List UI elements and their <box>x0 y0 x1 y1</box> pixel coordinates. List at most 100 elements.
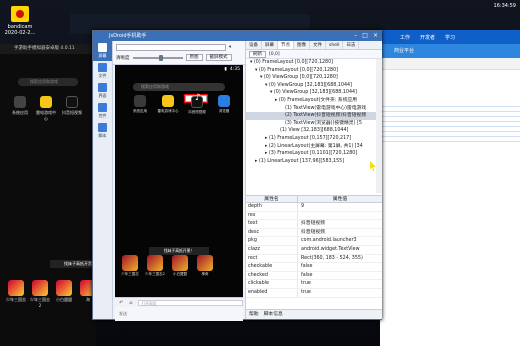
phone-banner[interactable]: 找妹子高抵开黑！ <box>149 247 209 255</box>
phone-game[interactable]: 少年三国志2 <box>144 255 166 277</box>
phone-screen[interactable]: ▮ 4:35 搜索应用和游戏 系统应用 雷电游戏中心 抖音短视频 浏览器 找妹子… <box>115 65 243 297</box>
game-center-icon <box>162 95 174 107</box>
bg-game[interactable]: 少年三国志 <box>6 280 26 308</box>
tree-node[interactable]: ▸ (0) FrameLayout(文件夹: 系统应用 <box>246 97 376 105</box>
nav-item[interactable]: 工作 <box>400 34 410 41</box>
send-label[interactable]: 发送 <box>119 311 127 316</box>
tab-log[interactable]: 日志 <box>343 41 360 49</box>
left-sidebar: 屏幕 文件 界面 控件 脚本 <box>93 41 113 319</box>
sidebar-item-script[interactable]: 脚本 <box>93 121 112 141</box>
sidebar-item-files[interactable]: 文件 <box>93 61 112 81</box>
tree-node[interactable]: ▾ (0) FrameLayout [0,0][720,1280] <box>246 67 376 75</box>
phone-game-row: 少年三国志 少年三国志2 小白盟盟 神奇 <box>119 255 216 277</box>
bg-game[interactable]: 小白盟盟 <box>54 280 74 308</box>
home-icon[interactable]: ⌂ <box>129 300 132 306</box>
tree-node[interactable]: ▸ (3) FrameLayout [0,1101][720,1280] <box>246 150 376 158</box>
phone-game[interactable]: 小白盟盟 <box>169 255 191 277</box>
bg-app-system[interactable]: 系统应用 <box>10 96 30 122</box>
prop-value: 9 <box>301 204 305 209</box>
node-tree[interactable]: ▾ (0) FrameLayout [0,0][720,1280] ▾ (0) F… <box>246 59 376 193</box>
device-select[interactable] <box>116 44 226 51</box>
tree-node[interactable]: (1) TextView(雷电游戏中心)雷电游戏 <box>246 105 376 113</box>
phone-footer: 发送 <box>115 307 243 321</box>
bg-emulator-title: 手游助手模拟器安卓版 4.0.11 <box>0 44 96 54</box>
tree-node[interactable]: ▸ (1) FrameLayout [0,157][720,217] <box>246 135 376 143</box>
sidebar-item-controls[interactable]: 控件 <box>93 101 112 121</box>
bg-game[interactable]: 少年三国志2 <box>30 280 50 308</box>
battery-icon: ▮ <box>224 66 227 72</box>
maximize-icon[interactable]: □ <box>362 31 368 41</box>
node-inspector: 设备 屏幕 节点 图像 文件 shell 日志 刷新 [0,0] ▾ (0) F… <box>245 41 382 319</box>
prop-row: depth 9 <box>246 203 382 212</box>
tree-node[interactable]: (2) TextView(抖音短视频)抖音短视频 <box>246 112 376 120</box>
sidebar-item-screen[interactable]: 屏幕 <box>93 41 112 61</box>
prop-value: true <box>301 289 311 295</box>
screen-controls: ▾ 清晰度 原图 截屏模式 <box>113 41 245 65</box>
app-douyin[interactable]: 抖音短视频 <box>184 94 208 114</box>
prop-value: com.android.launcher3 <box>301 238 357 244</box>
prop-name: clazz <box>246 245 298 254</box>
prop-row: clickable true <box>246 280 382 289</box>
back-icon[interactable]: ↶ <box>119 300 123 306</box>
prop-name: enabled <box>246 288 298 297</box>
prop-row: rect Rect(360, 183 - 524, 355) <box>246 254 382 264</box>
phone-game[interactable]: 神奇 <box>194 255 216 277</box>
browser-panel: 商业平台 <box>380 44 520 346</box>
tab-image[interactable]: 图像 <box>294 41 310 49</box>
tree-node[interactable]: (3) TextView(浏览器)(按键精灵) [5 <box>246 120 376 128</box>
script-info-tab[interactable]: 脚本信息 <box>264 310 283 319</box>
coordinate-readout: [0,0] <box>269 51 280 57</box>
nav-item[interactable]: 学习 <box>445 34 455 41</box>
screenshot-mode-button[interactable]: 截屏模式 <box>205 54 232 61</box>
prop-row: res <box>246 211 382 221</box>
refresh-button[interactable]: 刷新 <box>249 50 266 58</box>
props-header-name: 属性名 <box>246 196 298 202</box>
folder-icon <box>98 63 107 72</box>
tab-shell[interactable]: shell <box>326 41 344 49</box>
app-browser[interactable]: 浏览器 <box>213 95 235 113</box>
jsdroid-window: JsDroid手机助手 – □ × 屏幕 文件 界面 控件 脚本 ▾ 清晰度 原… <box>92 30 382 321</box>
nav-item[interactable]: 开发者 <box>420 34 435 41</box>
tree-node[interactable]: ▸ (1) LinearLayout [137,96][583,155] <box>246 158 376 166</box>
tree-node[interactable]: ▾ (0) ViewGroup [0,0][720,1280] <box>246 74 376 82</box>
tab-files[interactable]: 文件 <box>310 41 326 49</box>
window-title: JsDroid手机助手 <box>109 33 147 39</box>
tree-node[interactable]: ▸ (2) LinearLayout(主屏幕: 第1屏, 共1) [34 <box>246 143 376 151</box>
bg-app-douyin[interactable]: 抖音短视频 <box>62 96 82 122</box>
tab-screen[interactable]: 屏幕 <box>262 41 278 49</box>
app-game-center[interactable]: 雷电游戏中心 <box>157 95 179 113</box>
tray-clock: 16:34:59 <box>493 3 516 9</box>
prop-row: checked false <box>246 271 382 281</box>
tree-node[interactable]: ▾ (0) ViewGroup [32,183][688,1044] <box>246 89 376 97</box>
minimize-icon[interactable]: – <box>354 31 357 41</box>
prop-value: 抖音短视频 <box>301 229 325 235</box>
bg-search-bar[interactable]: 搜索应用和游戏 <box>18 78 78 86</box>
original-button[interactable]: 原图 <box>185 54 203 61</box>
bandicam-desktop-icon[interactable]: bandicam 2020-02-2... <box>2 6 38 36</box>
browser-content <box>380 102 520 142</box>
app-system[interactable]: 系统应用 <box>129 95 151 113</box>
props-header: 属性名 属性值 <box>246 195 382 203</box>
help-tab[interactable]: 帮助 <box>249 310 259 319</box>
phone-time: 4:35 <box>229 66 240 72</box>
window-titlebar[interactable]: JsDroid手机助手 – □ × <box>93 31 381 41</box>
tree-node[interactable]: ▾ (0) ViewGroup [32,183][688,1044] <box>246 82 376 90</box>
tree-scrollbar[interactable] <box>376 59 382 193</box>
sidebar-item-ui[interactable]: 界面 <box>93 81 112 101</box>
tab-node[interactable]: 节点 <box>278 41 294 49</box>
prop-value: Rect(360, 183 - 524, 355) <box>301 255 363 261</box>
clarity-slider[interactable] <box>132 54 183 61</box>
browser-top-nav: 工作 开发者 学习 <box>380 30 520 44</box>
prop-name: res <box>246 211 298 220</box>
prop-value: false <box>301 272 313 278</box>
phone-search-bar[interactable]: 搜索应用和游戏 <box>133 83 225 91</box>
tree-node[interactable]: ▾ (0) FrameLayout [0,0][720,1280] <box>246 59 376 67</box>
phone-game[interactable]: 少年三国志 <box>119 255 141 277</box>
bg-app-game-center[interactable]: 雷电游戏中心 <box>36 96 56 122</box>
tree-node[interactable]: (1) View [32,183][688,1044] <box>246 127 376 135</box>
close-icon[interactable]: × <box>373 31 378 41</box>
tab-device[interactable]: 设备 <box>246 41 262 49</box>
chevron-down-icon[interactable]: ▾ <box>229 45 231 50</box>
prop-row: text 抖音短视频 <box>246 220 382 229</box>
phone-text-input[interactable]: 打开网页 <box>138 299 243 306</box>
